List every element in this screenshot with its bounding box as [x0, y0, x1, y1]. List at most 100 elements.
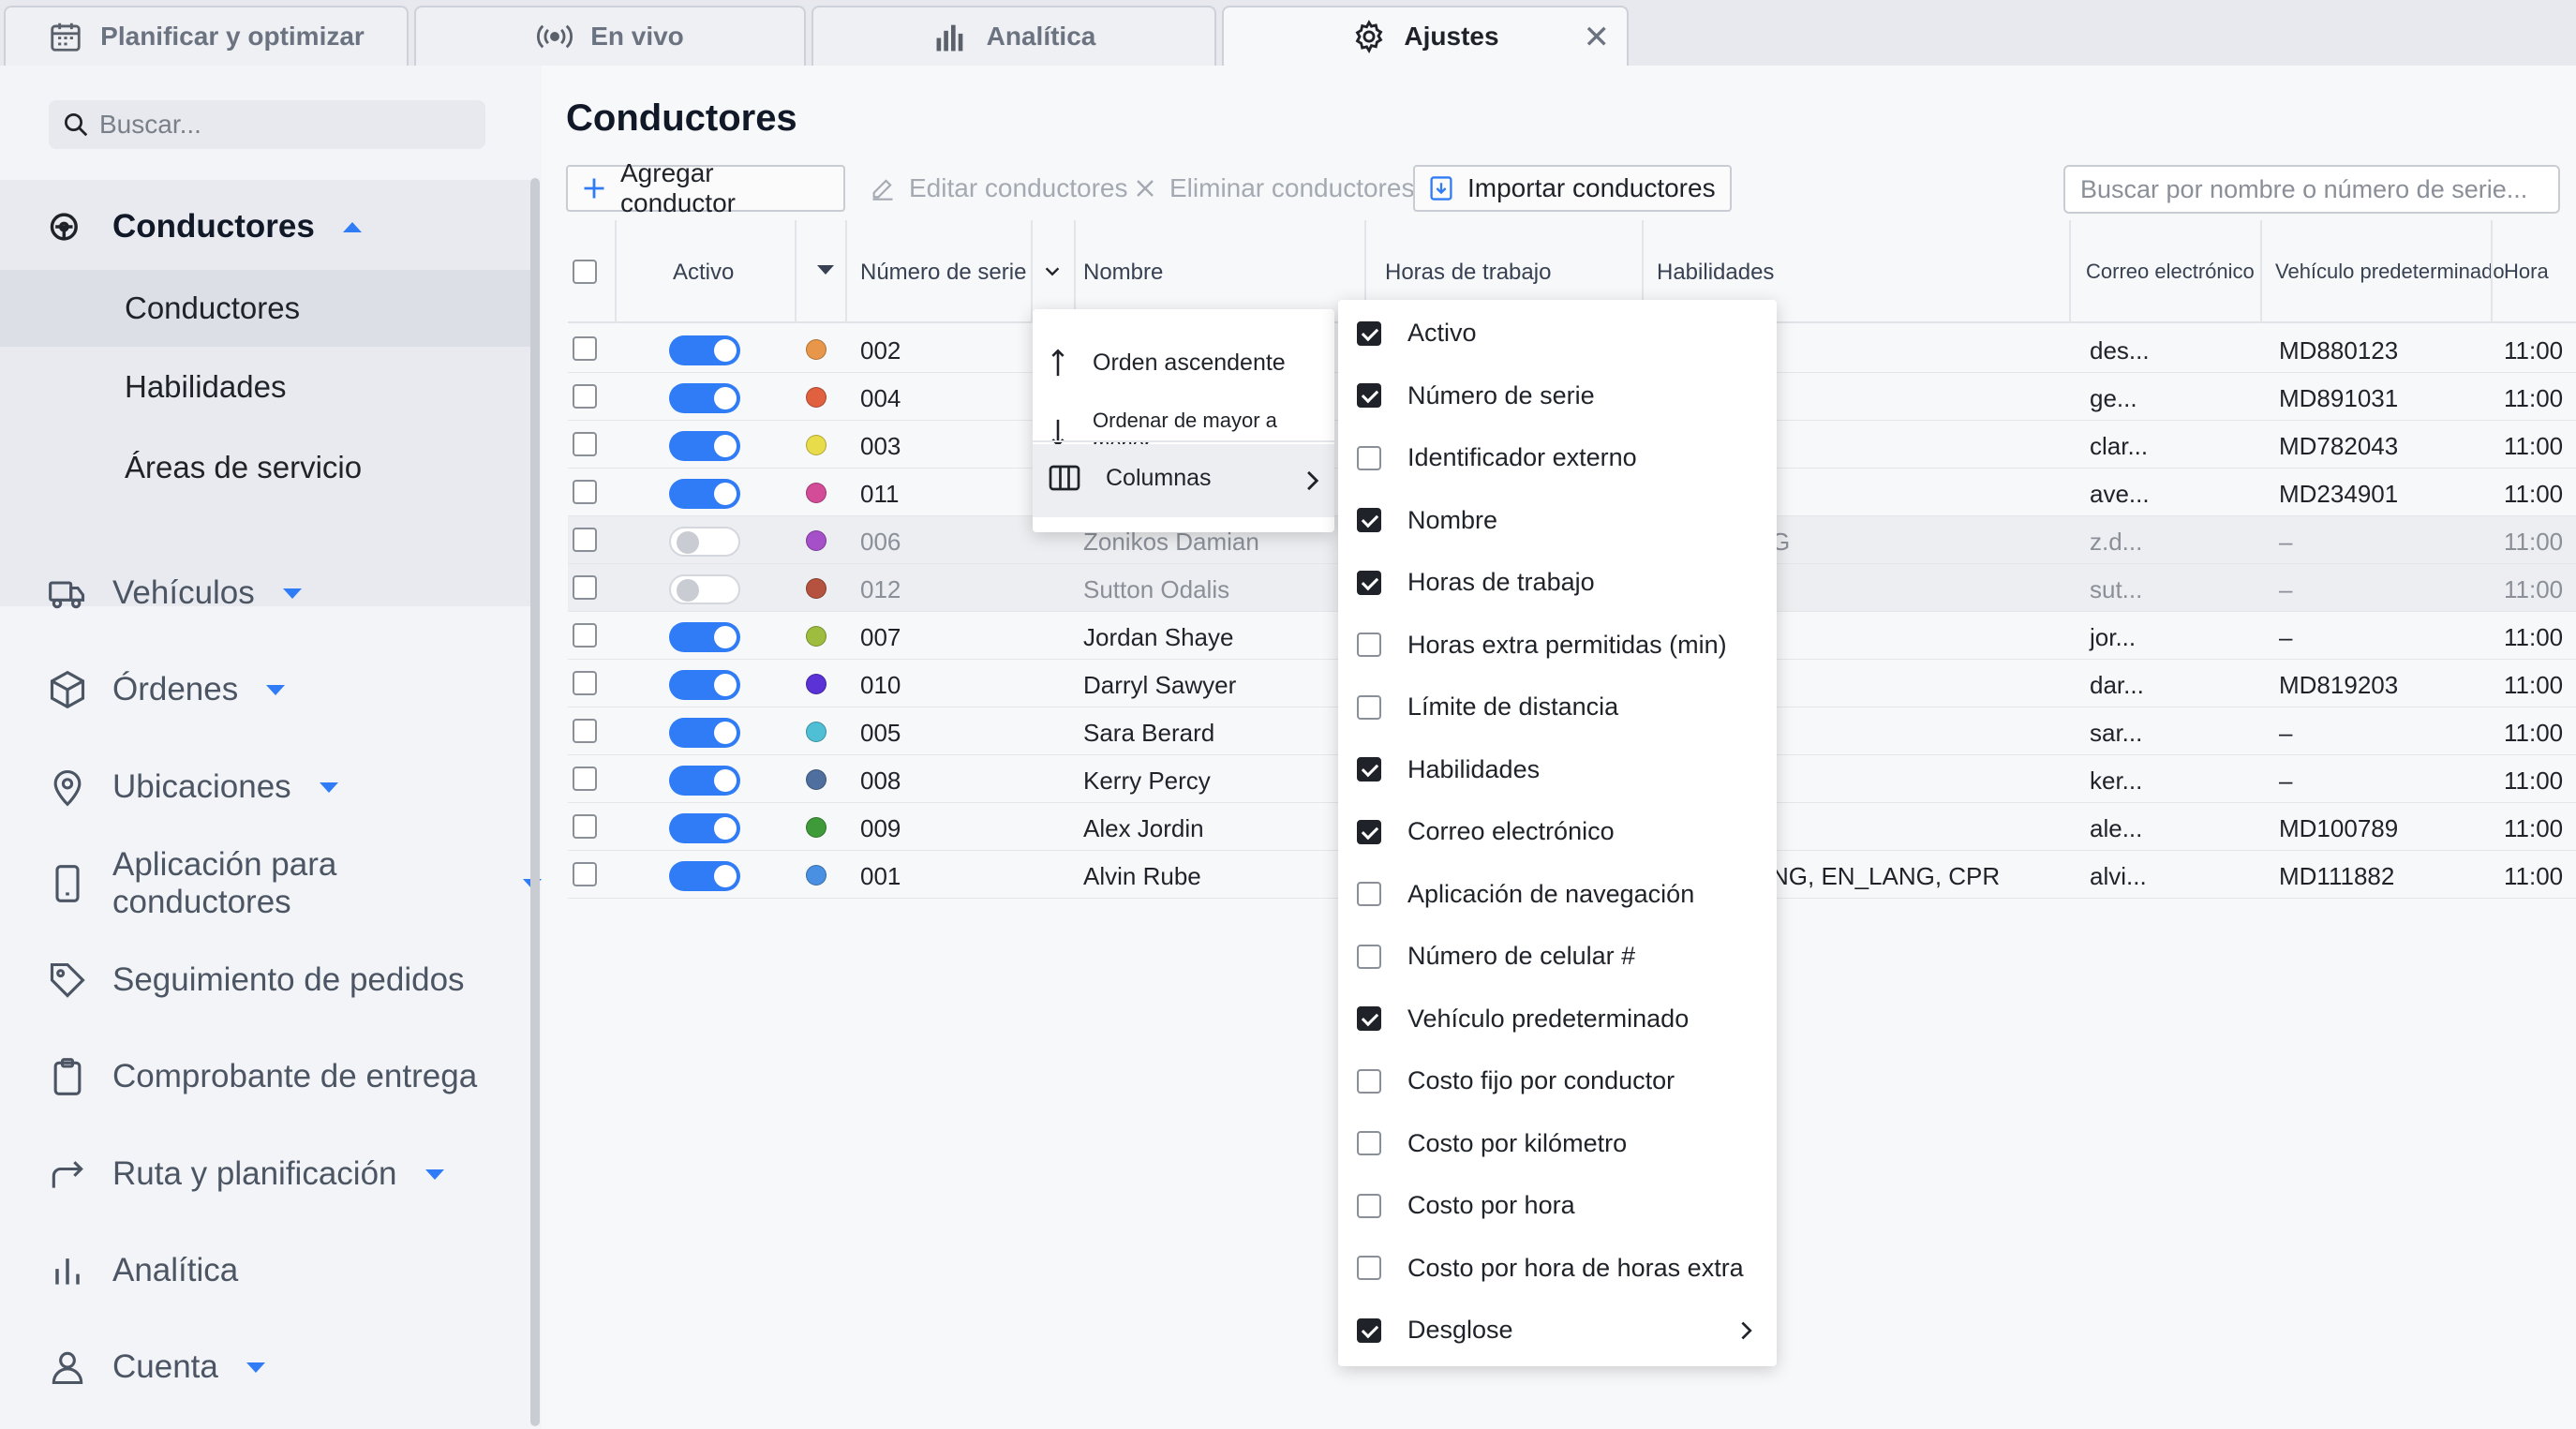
row-checkbox[interactable]	[573, 432, 597, 456]
chevron-right-icon[interactable]	[1737, 1319, 1754, 1342]
delete-drivers-button[interactable]: Eliminar conductores	[1121, 165, 1427, 212]
column-checkbox[interactable]	[1357, 1256, 1381, 1280]
column-checkbox[interactable]	[1357, 694, 1381, 720]
header-correo[interactable]: Correo electrónico	[2086, 260, 2255, 284]
button-label: Eliminar conductores	[1169, 173, 1415, 202]
column-checkbox[interactable]	[1357, 1193, 1381, 1218]
driver-search-input[interactable]: Buscar por nombre o número de serie...	[2063, 165, 2560, 214]
column-option[interactable]: Habilidades	[1357, 755, 1540, 784]
column-checkbox[interactable]	[1357, 882, 1381, 906]
active-toggle[interactable]	[669, 383, 740, 413]
column-option[interactable]: Desglose	[1357, 1316, 1513, 1345]
header-vehiculo[interactable]: Vehículo predeterminado	[2275, 260, 2505, 284]
sort-down-icon[interactable]	[817, 265, 834, 275]
sidebar-subitem-habilidades[interactable]: Habilidades	[125, 369, 286, 405]
sidebar-item-ubicaciones[interactable]: Ubicaciones	[47, 759, 338, 815]
close-icon[interactable]: ✕	[1584, 19, 1611, 56]
select-all-checkbox[interactable]	[573, 260, 597, 284]
row-checkbox[interactable]	[573, 767, 597, 791]
column-option[interactable]: Número de celular #	[1357, 942, 1635, 971]
row-checkbox[interactable]	[573, 480, 597, 504]
column-option[interactable]: Aplicación de navegación	[1357, 880, 1694, 909]
row-checkbox[interactable]	[573, 719, 597, 743]
column-checkbox[interactable]	[1357, 445, 1381, 470]
column-checkbox[interactable]	[1357, 1068, 1381, 1094]
row-checkbox[interactable]	[573, 623, 597, 648]
active-toggle[interactable]	[669, 766, 740, 796]
active-toggle[interactable]	[669, 527, 740, 557]
sidebar-subitem-areas[interactable]: Áreas de servicio	[125, 450, 362, 485]
chevron-down-icon[interactable]	[1042, 261, 1063, 282]
active-toggle[interactable]	[669, 622, 740, 652]
column-checkbox[interactable]	[1357, 383, 1381, 408]
column-checkbox[interactable]	[1357, 508, 1381, 532]
row-checkbox[interactable]	[573, 862, 597, 886]
column-option[interactable]: Horas extra permitidas (min)	[1357, 631, 1727, 660]
row-checkbox[interactable]	[573, 384, 597, 409]
column-checkbox[interactable]	[1357, 633, 1381, 657]
active-toggle[interactable]	[669, 670, 740, 700]
column-checkbox[interactable]	[1357, 1317, 1381, 1343]
column-option[interactable]: Nombre	[1357, 506, 1497, 535]
column-option[interactable]: Identificador externo	[1357, 443, 1637, 472]
active-toggle[interactable]	[669, 813, 740, 843]
tab-analitica[interactable]: Analítica	[812, 6, 1216, 66]
column-option[interactable]: Costo por kilómetro	[1357, 1129, 1627, 1158]
column-option[interactable]: Activo	[1357, 319, 1477, 348]
sidebar-item-vehiculos[interactable]: Vehículos	[47, 565, 302, 621]
sidebar-item-aplicacion[interactable]: Aplicación para conductores	[47, 846, 542, 920]
active-toggle[interactable]	[669, 574, 740, 604]
column-option[interactable]: Vehículo predeterminado	[1357, 1005, 1689, 1034]
edit-drivers-button[interactable]: Editar conductores	[856, 165, 1140, 212]
active-toggle[interactable]	[669, 861, 740, 891]
row-checkbox[interactable]	[573, 814, 597, 839]
column-option[interactable]: Límite de distancia	[1357, 692, 1618, 722]
sidebar-item-seguimiento[interactable]: Seguimiento de pedidos	[47, 952, 465, 1008]
active-toggle[interactable]	[669, 335, 740, 365]
column-option[interactable]: Correo electrónico	[1357, 817, 1615, 846]
column-option[interactable]: Costo por hora de horas extra	[1357, 1254, 1744, 1283]
sidebar-item-ruta[interactable]: Ruta y planificación	[47, 1146, 444, 1202]
active-toggle[interactable]	[669, 718, 740, 748]
header-habilidades[interactable]: Habilidades	[1657, 260, 1774, 286]
column-option[interactable]: Costo por hora	[1357, 1191, 1575, 1220]
tab-en-vivo[interactable]: En vivo	[414, 6, 806, 66]
row-checkbox[interactable]	[573, 575, 597, 600]
row-checkbox[interactable]	[573, 671, 597, 695]
row-checkbox[interactable]	[573, 528, 597, 552]
column-checkbox[interactable]	[1357, 320, 1381, 346]
tab-ajustes[interactable]: Ajustes ✕	[1222, 6, 1629, 66]
column-checkbox[interactable]	[1357, 944, 1381, 969]
import-drivers-button[interactable]: Importar conductores	[1413, 165, 1732, 212]
column-option[interactable]: Horas de trabajo	[1357, 568, 1595, 597]
sidebar-subitem-conductores[interactable]: Conductores	[0, 270, 530, 347]
column-checkbox[interactable]	[1357, 570, 1381, 595]
columns-item-content[interactable]: Columnas	[1048, 463, 1212, 493]
column-checkbox[interactable]	[1357, 1131, 1381, 1155]
column-checkbox[interactable]	[1357, 1006, 1381, 1031]
sidebar-item-analitica[interactable]: Analítica	[47, 1243, 238, 1299]
sidebar-item-comprobante[interactable]: Comprobante de entrega	[47, 1049, 477, 1105]
add-driver-button[interactable]: Agregar conductor	[566, 158, 845, 217]
column-option[interactable]: Costo fijo por conductor	[1357, 1066, 1675, 1095]
sort-ascending-item[interactable]: Orden ascendente	[1048, 347, 1286, 379]
sidebar-item-ordenes[interactable]: Órdenes	[47, 662, 286, 718]
header-hora[interactable]: Hora	[2504, 260, 2549, 284]
column-checkbox[interactable]	[1357, 819, 1381, 844]
tab-planificar[interactable]: Planificar y optimizar	[4, 6, 409, 66]
sidebar-scrollbar[interactable]	[530, 178, 540, 1426]
header-nombre[interactable]: Nombre	[1083, 260, 1163, 286]
sidebar-search[interactable]: Buscar...	[49, 100, 485, 149]
active-toggle[interactable]	[669, 479, 740, 509]
header-numero-serie[interactable]: Número de serie	[860, 260, 1026, 286]
active-toggle[interactable]	[669, 431, 740, 461]
vehicle-cell: –	[2279, 719, 2293, 747]
header-activo[interactable]: Activo	[673, 260, 734, 286]
column-checkbox[interactable]	[1357, 757, 1381, 781]
sidebar-item-conductores[interactable]: Conductores	[47, 199, 362, 255]
sidebar-item-cuenta[interactable]: Cuenta	[47, 1339, 265, 1395]
column-option[interactable]: Número de serie	[1357, 381, 1595, 410]
header-horas[interactable]: Horas de trabajo	[1385, 260, 1551, 286]
row-checkbox[interactable]	[573, 336, 597, 361]
gear-icon	[1351, 19, 1387, 54]
